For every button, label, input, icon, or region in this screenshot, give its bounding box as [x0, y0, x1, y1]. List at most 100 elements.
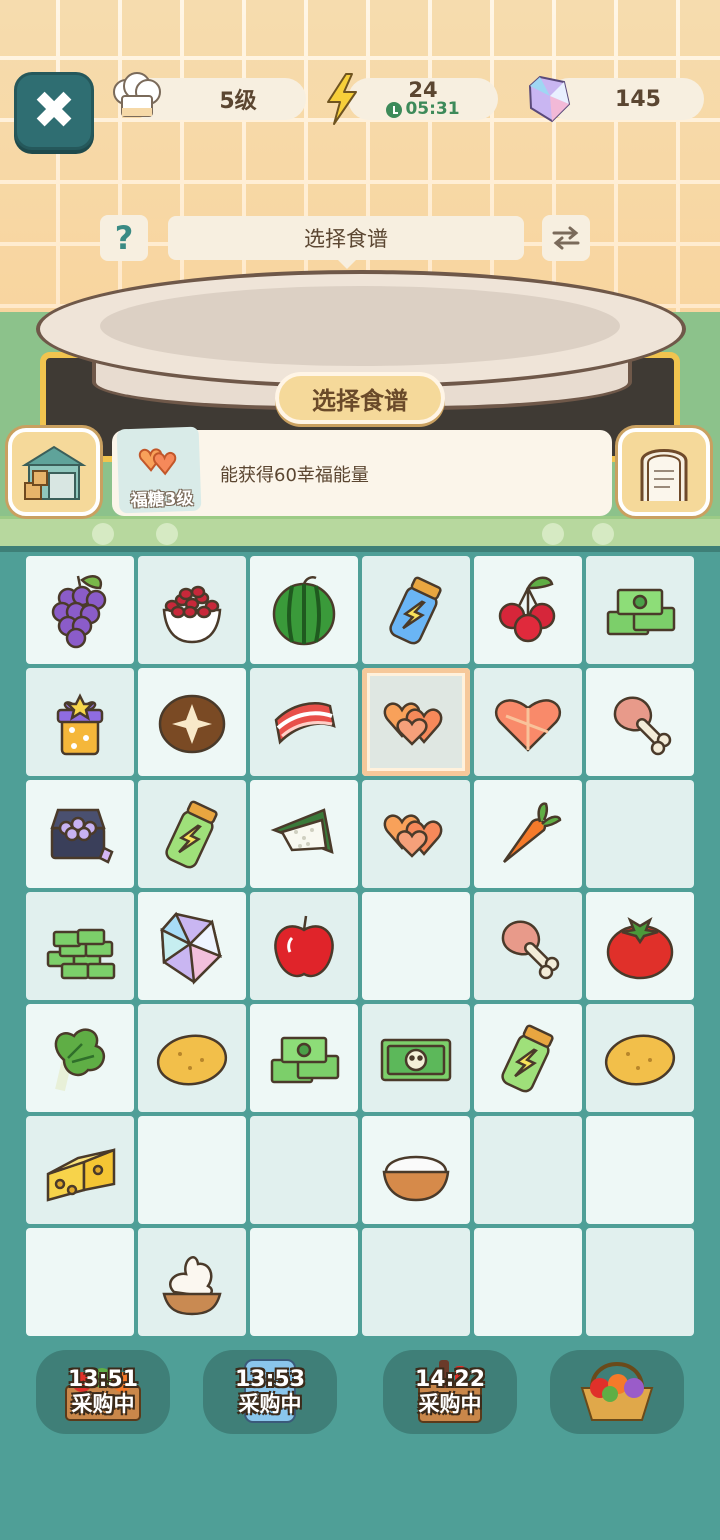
board-cell-empty[interactable]: [250, 1228, 358, 1336]
gem-icon: [526, 74, 572, 124]
chicken-leg-icon: [501, 920, 560, 980]
board-cell-potato[interactable]: [138, 1004, 246, 1112]
gift-box-icon: [56, 693, 104, 756]
board-cell-empty[interactable]: [362, 1228, 470, 1336]
board-cell-pomegranate-bowl[interactable]: [138, 556, 246, 664]
board-cell-chicken-leg[interactable]: [586, 668, 694, 776]
select-recipe-label: 选择食谱: [312, 386, 408, 415]
cash-stack-icon: [606, 588, 676, 636]
clock-icon: [386, 102, 403, 119]
board-cell-green-energy-jar[interactable]: [474, 1004, 582, 1112]
board-cell-gift-box[interactable]: [26, 668, 134, 776]
shop-status: 采购中: [71, 1391, 135, 1416]
board-cell-empty[interactable]: [586, 1228, 694, 1336]
board-cell-empty[interactable]: [138, 1116, 246, 1224]
board-cell-rice-bowl[interactable]: [362, 1116, 470, 1224]
swap-button[interactable]: [542, 215, 590, 261]
shiitake-mushroom-icon: [158, 694, 226, 754]
merge-board: [26, 556, 694, 1336]
board-cell-empty[interactable]: [26, 1228, 134, 1336]
board-cell-candy-hearts[interactable]: [362, 668, 470, 776]
green-energy-jar-icon: [501, 1024, 554, 1093]
candy-hearts-icon: [383, 814, 443, 858]
watermelon-icon: [272, 576, 336, 646]
candy-icon: [138, 448, 177, 476]
cherries-icon: [498, 576, 556, 643]
reward-description: 能获得60幸福能量: [220, 465, 369, 486]
board-cell-banknote[interactable]: [362, 1004, 470, 1112]
board-edge: [0, 546, 720, 552]
board-cell-cream-bowl[interactable]: [138, 1228, 246, 1336]
recipe-title: 选择食谱: [304, 227, 388, 251]
board-cell-chicken-leg[interactable]: [474, 892, 582, 1000]
board-cell-candy-heart[interactable]: [474, 668, 582, 776]
shop-status: 采购中: [238, 1391, 302, 1416]
board-cell-cash-stack[interactable]: [250, 1004, 358, 1112]
board-cell-empty[interactable]: [586, 1116, 694, 1224]
board-cell-cheese[interactable]: [26, 1116, 134, 1224]
board-cell-empty[interactable]: [362, 892, 470, 1000]
shop-button-2[interactable]: 13:53 采购中: [203, 1350, 337, 1434]
cash-stack-icon: [270, 1036, 340, 1084]
board-cell-shiitake-mushroom[interactable]: [138, 668, 246, 776]
counter-strip: [0, 516, 720, 548]
shop-button-4[interactable]: [550, 1350, 684, 1434]
energy-pill[interactable]: 24 05:31: [348, 78, 498, 120]
board-cell-grapes[interactable]: [26, 556, 134, 664]
bacon-icon: [274, 702, 336, 745]
carrot-icon: [502, 802, 562, 863]
board-cell-empty[interactable]: [250, 1116, 358, 1224]
board-cell-blue-energy-jar[interactable]: [362, 556, 470, 664]
warehouse-button[interactable]: [8, 428, 100, 516]
cream-bowl-icon: [162, 1256, 222, 1316]
shop-timer: 14:22: [414, 1367, 486, 1393]
board-cell-empty[interactable]: [474, 1228, 582, 1336]
candy-heart-icon: [494, 699, 562, 752]
reward-panel: 福糖3级 能获得60幸福能量: [112, 426, 612, 516]
energy-timer: 05:31: [405, 99, 460, 120]
chef-level-value: 5级: [219, 89, 257, 114]
board-cell-apple[interactable]: [250, 892, 358, 1000]
gem-value: 145: [615, 86, 661, 112]
board-cell-cherries[interactable]: [474, 556, 582, 664]
help-button[interactable]: ?: [100, 215, 148, 261]
reward-item-card[interactable]: 福糖3级: [116, 426, 202, 514]
board-cell-watermelon[interactable]: [250, 556, 358, 664]
banknote-icon: [380, 1038, 452, 1082]
grapes-icon: [51, 575, 107, 649]
question-icon: ?: [114, 219, 134, 257]
board-cell-potato[interactable]: [586, 1004, 694, 1112]
close-button[interactable]: ✖: [14, 72, 94, 150]
shop-button-3[interactable]: 14:22 采购中: [383, 1350, 517, 1434]
gem-chest-icon: [50, 808, 114, 864]
board-cell-tomato[interactable]: [586, 892, 694, 1000]
board-cell-cash-pile[interactable]: [26, 892, 134, 1000]
pot-inside: [100, 286, 620, 366]
board-cell-green-energy-jar[interactable]: [138, 780, 246, 888]
warehouse-icon: [21, 445, 87, 500]
apple-icon: [274, 915, 334, 978]
board-cell-bacon[interactable]: [250, 668, 358, 776]
rice-bowl-icon: [382, 1155, 450, 1202]
board-cell-bok-choy[interactable]: [26, 1004, 134, 1112]
close-icon: ✖: [32, 81, 76, 141]
candy-hearts-icon: [383, 702, 443, 746]
board-cell-crystal-gem[interactable]: [138, 892, 246, 1000]
board-cell-empty[interactable]: [474, 1116, 582, 1224]
select-recipe-button[interactable]: 选择食谱: [275, 372, 445, 424]
menu-board-button[interactable]: [618, 428, 710, 516]
board-cell-carrot[interactable]: [474, 780, 582, 888]
chef-hat-icon: [110, 70, 164, 124]
cash-pile-icon: [46, 928, 116, 980]
fruit-basket-icon: [580, 1362, 654, 1421]
board-cell-rice-dumpling[interactable]: [250, 780, 358, 888]
crystal-gem-icon: [159, 911, 223, 985]
board-cell-candy-hearts[interactable]: [362, 780, 470, 888]
energy-value: 24: [408, 78, 438, 103]
board-cell-empty[interactable]: [586, 780, 694, 888]
board-cell-cash-stack[interactable]: [586, 556, 694, 664]
chicken-leg-icon: [613, 696, 672, 756]
shop-button-1[interactable]: 13:51 采购中: [36, 1350, 170, 1434]
cheese-icon: [46, 1148, 116, 1202]
board-cell-gem-chest[interactable]: [26, 780, 134, 888]
